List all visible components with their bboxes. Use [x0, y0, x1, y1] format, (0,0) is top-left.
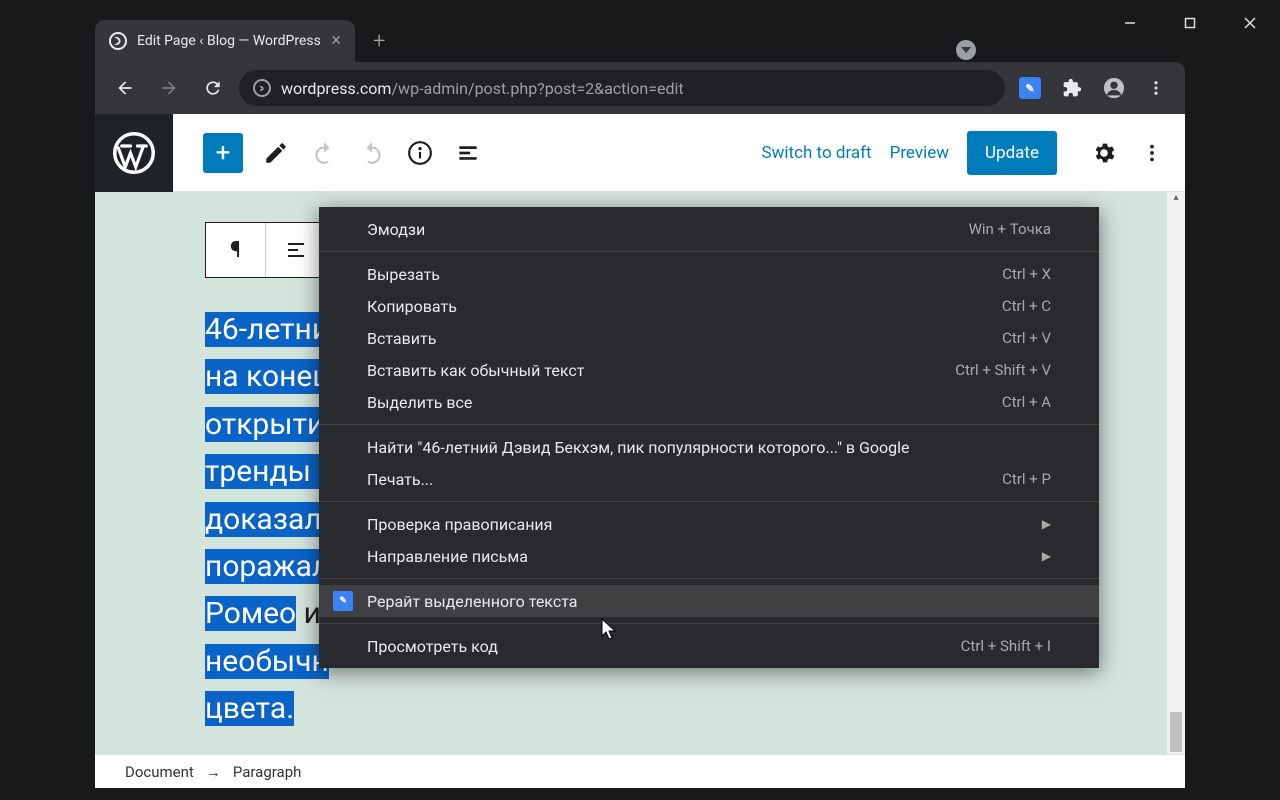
- extension-rewrite-icon: ✎: [333, 591, 353, 611]
- ctx-copy[interactable]: Копировать Ctrl + C: [319, 290, 1099, 322]
- block-toolbar: ¶: [205, 222, 327, 278]
- ctx-writing-direction[interactable]: Направление письма ▶: [319, 540, 1099, 572]
- ctx-separator: [319, 424, 1099, 425]
- ctx-label: Рерайт выделенного текста: [367, 592, 577, 611]
- tab-bar: Edit Page ‹ Blog — WordPress × +: [95, 20, 385, 62]
- breadcrumb-paragraph[interactable]: Paragraph: [233, 763, 302, 781]
- ctx-label: Эмодзи: [367, 220, 425, 239]
- ctx-label: Выделить все: [367, 393, 472, 412]
- preview-button[interactable]: Preview: [890, 143, 949, 163]
- ctx-paste[interactable]: Вставить Ctrl + V: [319, 322, 1099, 354]
- window-controls: [1100, 0, 1280, 45]
- extensions-icon[interactable]: [1055, 71, 1089, 105]
- ctx-separator: [319, 251, 1099, 252]
- redo-button[interactable]: [357, 138, 387, 168]
- ctx-label: Вырезать: [367, 265, 440, 284]
- url-field[interactable]: wordpress.com/wp-admin/post.php?post=2&a…: [239, 70, 1005, 106]
- maximize-button[interactable]: [1160, 0, 1220, 45]
- ctx-cut[interactable]: Вырезать Ctrl + X: [319, 258, 1099, 290]
- media-control-icon[interactable]: [956, 40, 976, 60]
- tab-close-button[interactable]: ×: [331, 32, 341, 50]
- browser-tab[interactable]: Edit Page ‹ Blog — WordPress ×: [95, 20, 355, 62]
- tab-title: Edit Page ‹ Blog — WordPress: [137, 33, 321, 49]
- ctx-print[interactable]: Печать... Ctrl + P: [319, 463, 1099, 495]
- new-tab-button[interactable]: +: [373, 29, 385, 54]
- extension-rewrite-icon[interactable]: ✎: [1013, 71, 1047, 105]
- ctx-inspect[interactable]: Просмотреть код Ctrl + Shift + I: [319, 630, 1099, 662]
- ctx-label: Вставить как обычный текст: [367, 361, 584, 380]
- chevron-right-icon: ▶: [1042, 549, 1051, 563]
- wp-logo-button[interactable]: [95, 114, 173, 192]
- address-bar: wordpress.com/wp-admin/post.php?post=2&a…: [95, 62, 1185, 114]
- ctx-paste-plain[interactable]: Вставить как обычный текст Ctrl + Shift +…: [319, 354, 1099, 386]
- ctx-shortcut: Ctrl + Shift + I: [961, 637, 1051, 655]
- vertical-scrollbar[interactable]: [1167, 192, 1185, 754]
- wp-topbar: + Switch to draft Preview Update: [95, 114, 1185, 192]
- switch-to-draft-button[interactable]: Switch to draft: [762, 143, 872, 163]
- selected-text-line: тренды в: [205, 454, 335, 489]
- ctx-label: Направление письма: [367, 547, 528, 566]
- ctx-shortcut: Ctrl + V: [1002, 329, 1051, 347]
- selected-text-line: на конеш: [205, 359, 337, 394]
- ctx-label: Печать...: [367, 470, 433, 489]
- site-info-icon[interactable]: [253, 79, 271, 97]
- ctx-separator: [319, 578, 1099, 579]
- unselected-tail: и: [296, 596, 321, 631]
- selected-text-line: 46-летни: [205, 312, 329, 347]
- ctx-label: Проверка правописания: [367, 515, 552, 534]
- paragraph-block-icon[interactable]: ¶: [206, 223, 266, 277]
- ctx-emoji[interactable]: Эмодзи Win + Точка: [319, 213, 1099, 245]
- info-button[interactable]: [405, 138, 435, 168]
- ctx-label: Найти "46-летний Дэвид Бекхэм, пик попул…: [367, 438, 910, 457]
- update-button[interactable]: Update: [967, 131, 1057, 175]
- breadcrumb-document[interactable]: Document: [125, 763, 194, 781]
- ctx-label: Копировать: [367, 297, 457, 316]
- settings-button[interactable]: [1089, 138, 1119, 168]
- undo-button[interactable]: [309, 138, 339, 168]
- forward-button[interactable]: [151, 70, 187, 106]
- add-block-button[interactable]: +: [203, 133, 243, 173]
- url-path: /wp-admin/post.php?post=2&action=edit: [391, 79, 683, 98]
- ctx-shortcut: Ctrl + Shift + V: [955, 361, 1051, 379]
- minimize-button[interactable]: [1100, 0, 1160, 45]
- ctx-shortcut: Win + Точка: [969, 220, 1051, 238]
- url-host: wordpress.com: [281, 79, 391, 98]
- browser-menu-icon[interactable]: [1139, 71, 1173, 105]
- close-button[interactable]: [1220, 0, 1280, 45]
- context-menu: Эмодзи Win + Точка Вырезать Ctrl + X Копир…: [319, 207, 1099, 668]
- block-breadcrumb: Document → Paragraph: [95, 754, 1185, 788]
- ctx-shortcut: Ctrl + P: [1002, 470, 1051, 488]
- chevron-right-icon: ▶: [1042, 517, 1051, 531]
- reload-button[interactable]: [195, 70, 231, 106]
- selected-text-line: Ромео: [205, 596, 296, 631]
- ctx-rewrite-selected[interactable]: ✎ Рерайт выделенного текста: [319, 585, 1099, 617]
- selected-text-line: доказал,: [205, 502, 328, 537]
- selected-text-line: цвета.: [205, 691, 294, 726]
- ctx-separator: [319, 623, 1099, 624]
- ctx-separator: [319, 501, 1099, 502]
- ctx-spellcheck[interactable]: Проверка правописания ▶: [319, 508, 1099, 540]
- options-button[interactable]: [1137, 138, 1167, 168]
- selected-text-line: поражал: [205, 549, 329, 584]
- ctx-shortcut: Ctrl + X: [1002, 265, 1051, 283]
- ctx-label: Вставить: [367, 329, 436, 348]
- breadcrumb-separator: →: [206, 763, 221, 781]
- profile-icon[interactable]: [1097, 71, 1131, 105]
- ctx-shortcut: Ctrl + A: [1002, 393, 1051, 411]
- ctx-search-google[interactable]: Найти "46-летний Дэвид Бекхэм, пик попул…: [319, 431, 1099, 463]
- edit-tool-button[interactable]: [261, 138, 291, 168]
- selected-text-line: необычн: [205, 644, 329, 679]
- ctx-shortcut: Ctrl + C: [1002, 297, 1051, 315]
- outline-button[interactable]: [453, 138, 483, 168]
- align-button[interactable]: [266, 223, 326, 277]
- ctx-label: Просмотреть код: [367, 637, 498, 656]
- back-button[interactable]: [107, 70, 143, 106]
- globe-icon: [109, 32, 127, 50]
- ctx-select-all[interactable]: Выделить все Ctrl + A: [319, 386, 1099, 418]
